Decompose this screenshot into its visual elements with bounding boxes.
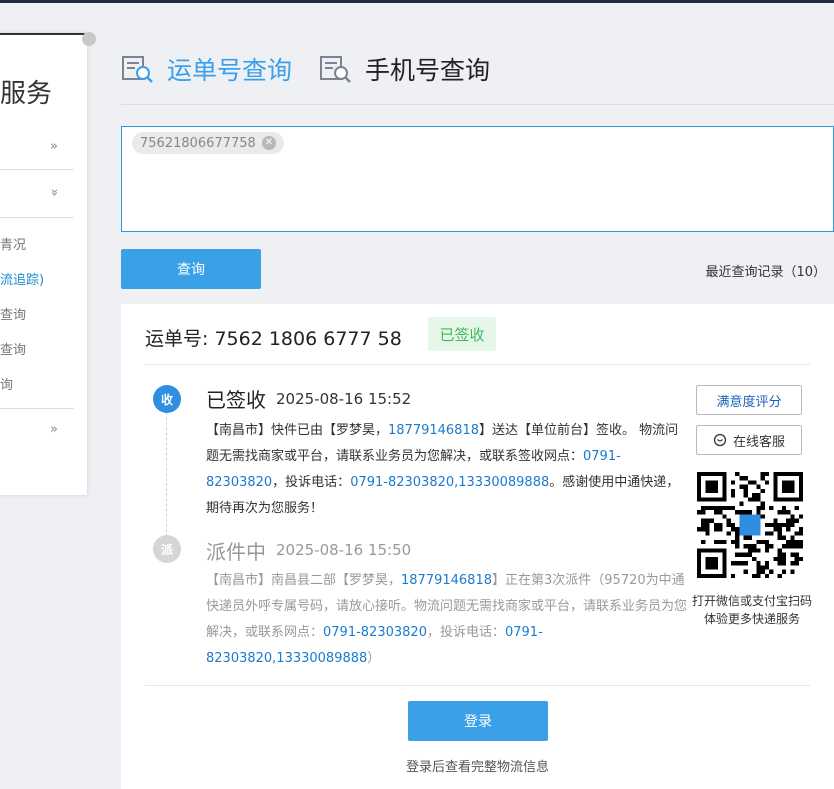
qr-caption-line: 体验更多快递服务 xyxy=(703,612,800,626)
complaint-phone-link[interactable]: 0791-82303820,13330089888 xyxy=(350,475,549,490)
query-button[interactable]: 查询 xyxy=(121,249,261,289)
sidebar-divider xyxy=(0,169,74,170)
event-text: ，投诉电话： xyxy=(272,475,351,490)
qr-caption-line: 打开微信或支付宝扫码 xyxy=(691,594,812,608)
chevron-right-icon[interactable]: » xyxy=(50,139,58,154)
query-tabs: 运单号查询 手机号查询 xyxy=(121,48,834,105)
qr-caption: 打开微信或支付宝扫码 体验更多快递服务 xyxy=(682,592,822,628)
sidebar-scroll-handle[interactable] xyxy=(82,32,96,46)
courier-phone-link[interactable]: 18779146818 xyxy=(388,423,479,438)
timeline-line xyxy=(166,412,167,542)
tab-waybill-query[interactable]: 运单号查询 xyxy=(121,48,292,90)
chat-icon xyxy=(713,433,727,447)
event-status: 派件中 xyxy=(206,540,266,564)
online-service-button[interactable]: 在线客服 xyxy=(696,425,802,455)
sidebar-item[interactable]: 询 xyxy=(0,374,13,393)
qr-code-icon xyxy=(697,472,803,578)
waybill-chip[interactable]: 75621806677758 ✕ xyxy=(132,132,284,154)
tab-label: 手机号查询 xyxy=(365,56,491,85)
recent-queries-link[interactable]: 最近查询记录（10） xyxy=(705,261,826,280)
result-panel: 运单号: 7562 1806 6777 58 已签收 收 已签收 2025-08… xyxy=(121,304,834,789)
chevron-down-icon[interactable]: » xyxy=(46,189,61,197)
event-status: 已签收 xyxy=(206,388,266,412)
delivering-node-icon: 派 xyxy=(153,535,181,563)
event-text: ，投诉电话： xyxy=(426,625,505,640)
event-text: 【南昌市】快件已由【罗梦昊， xyxy=(206,423,389,438)
sidebar-divider xyxy=(0,217,74,218)
sidebar-item-active[interactable]: 流追踪) xyxy=(0,269,44,288)
phone-search-icon xyxy=(320,56,351,83)
sidebar-title: 服务 xyxy=(0,79,53,109)
status-badge: 已签收 xyxy=(428,317,496,351)
waybill-input[interactable]: 75621806677758 ✕ xyxy=(121,126,834,232)
divider xyxy=(145,364,810,365)
divider xyxy=(145,685,810,686)
outlet-phone-link[interactable]: 0791-82303820 xyxy=(323,625,427,640)
main-content: 运单号查询 手机号查询 75621806677758 ✕ 查询 最近查询记录（1… xyxy=(121,0,834,789)
event-time: 2025-08-16 15:52 xyxy=(276,390,412,408)
login-button[interactable]: 登录 xyxy=(408,701,548,741)
rate-button[interactable]: 满意度评分 xyxy=(696,385,802,415)
waybill-search-icon xyxy=(122,56,153,83)
event-text: 【南昌市】南昌县二部【罗梦昊， xyxy=(206,573,402,588)
chevron-right-icon[interactable]: » xyxy=(50,422,58,437)
waybill-number: 运单号: 7562 1806 6777 58 xyxy=(145,328,402,350)
courier-phone-link[interactable]: 18779146818 xyxy=(401,573,492,588)
event-detail: 【南昌市】南昌县二部【罗梦昊，18779146818】正在第3次派件（95720… xyxy=(206,568,690,672)
sidebar-divider xyxy=(0,408,74,409)
tab-phone-query[interactable]: 手机号查询 xyxy=(319,48,490,90)
login-hint: 登录后查看完整物流信息 xyxy=(405,760,549,775)
signed-node-icon: 收 xyxy=(153,385,181,413)
event-detail: 【南昌市】快件已由【罗梦昊，18779146818】送达【单位前台】签收。 物流… xyxy=(206,418,690,522)
event-text: ） xyxy=(367,651,381,666)
tab-label: 运单号查询 xyxy=(167,56,293,85)
sidebar-item[interactable]: 查询 xyxy=(0,339,26,358)
sidebar-item[interactable]: 青况 xyxy=(0,234,26,253)
sidebar-panel: 服务 » » 青况 流追踪) 查询 查询 询 » xyxy=(0,33,87,495)
event-time: 2025-08-16 15:50 xyxy=(276,541,412,559)
sidebar-item[interactable]: 查询 xyxy=(0,304,26,323)
online-service-label: 在线客服 xyxy=(732,433,785,449)
close-icon[interactable]: ✕ xyxy=(261,136,276,150)
waybill-chip-value: 75621806677758 xyxy=(140,135,256,151)
